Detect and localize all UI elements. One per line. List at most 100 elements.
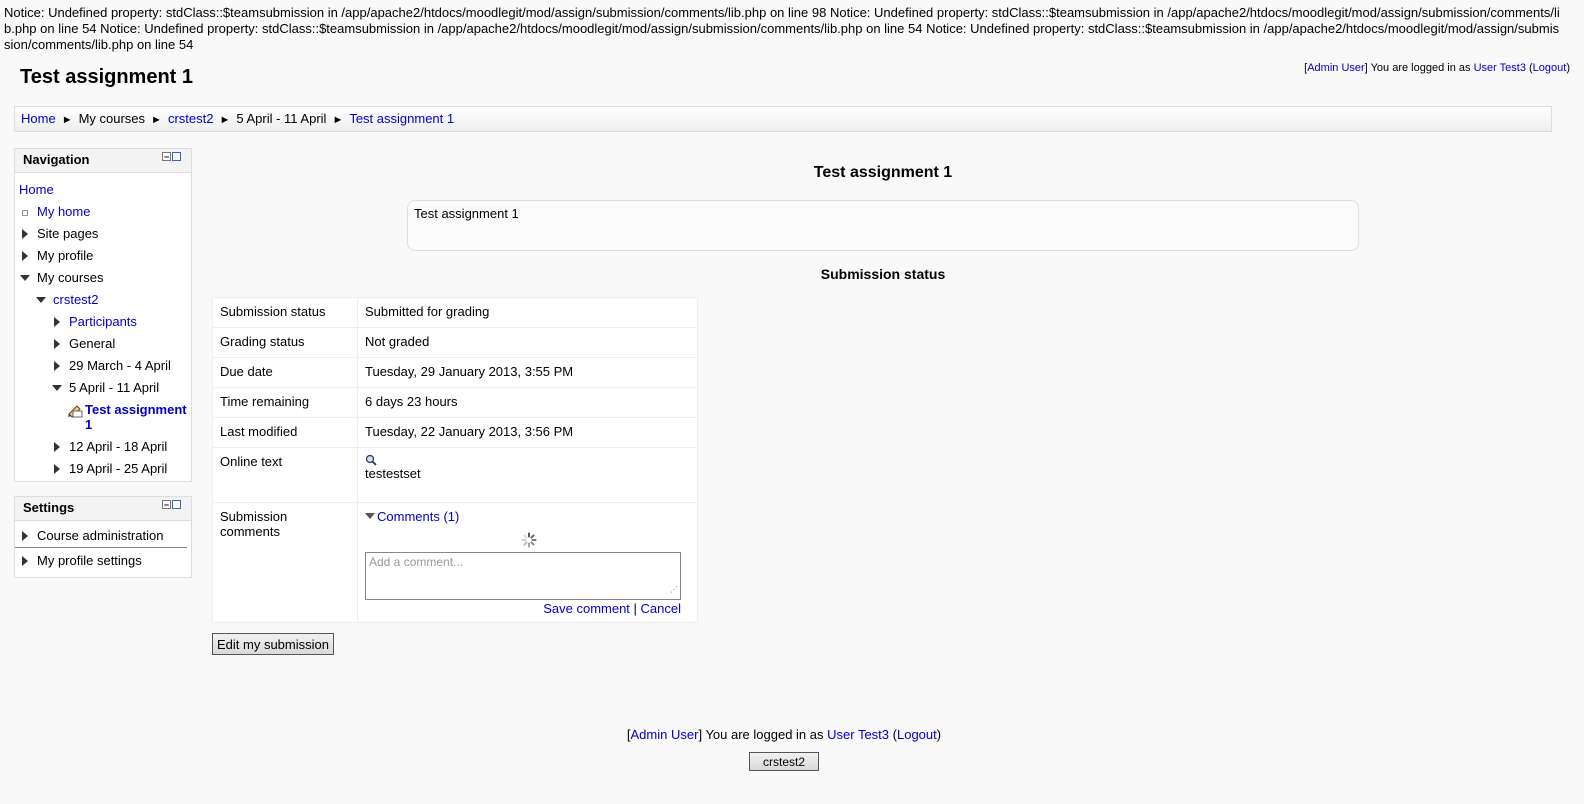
nav-item-assignment[interactable]: Test assignment 1 — [15, 399, 191, 436]
nav-my-courses-label: My courses — [37, 270, 104, 285]
expand-icon — [54, 361, 60, 371]
dock-icon[interactable] — [172, 152, 181, 161]
nav-item-week2[interactable]: 5 April - 11 April — [15, 377, 191, 399]
settings-item-profile[interactable]: My profile settings — [15, 550, 191, 572]
comments-arrow-icon — [365, 513, 375, 519]
nav-item-home[interactable]: Home — [15, 179, 191, 201]
collapse-icon[interactable]: − — [162, 500, 171, 510]
nav-week3-label: 12 April - 18 April — [69, 439, 168, 454]
footer-logout-link[interactable]: Logout — [897, 727, 937, 742]
collapse-icon[interactable]: − — [162, 152, 171, 162]
nav-item-week4[interactable]: 19 April - 25 April — [15, 458, 191, 480]
nav-course-link[interactable]: crstest2 — [53, 289, 99, 311]
nav-my-home-link[interactable]: My home — [37, 201, 90, 223]
nav-week1-label: 29 March - 4 April — [69, 358, 171, 373]
comment-actions: Save comment | Cancel — [543, 601, 681, 616]
nav-item-my-courses[interactable]: My courses — [15, 267, 191, 289]
collapse-arrow-icon — [52, 385, 62, 391]
nav-item-my-home[interactable]: My home — [15, 201, 191, 223]
nav-assignment-link[interactable]: Test assignment 1 — [85, 399, 189, 432]
row-value-online-text: testestset — [357, 447, 698, 503]
course-home-button[interactable]: crstest2 — [749, 752, 819, 771]
expand-icon — [22, 229, 28, 239]
row-label: Submission status — [212, 297, 358, 328]
breadcrumb: Home ► My courses ► crstest2 ► 5 April - 11 Ap… — [14, 106, 1552, 132]
table-row: Submission comments Comments (1) Add a c… — [212, 502, 698, 623]
footer-admin-user-link[interactable]: Admin User — [631, 727, 699, 742]
save-comment-link[interactable]: Save comment — [543, 601, 630, 616]
nav-week2-label: 5 April - 11 April — [69, 380, 160, 395]
magnifier-icon[interactable] — [365, 454, 690, 466]
dock-icon[interactable] — [172, 500, 181, 509]
settings-block-header: Settings − — [15, 497, 191, 521]
settings-block: Settings − Course administration My prof… — [14, 496, 192, 578]
nav-site-pages-label: Site pages — [37, 226, 99, 241]
row-label: Online text — [212, 447, 358, 503]
bullet-icon — [22, 210, 28, 216]
comment-textarea[interactable]: Add a comment... ⋰ — [365, 552, 681, 600]
nav-item-participants[interactable]: Participants — [15, 311, 191, 333]
assignment-icon — [67, 402, 83, 418]
expand-icon — [54, 464, 60, 474]
row-value: Tuesday, 22 January 2013, 3:56 PM — [357, 417, 698, 448]
php-notice: Notice: Undefined property: stdClass::$t… — [4, 5, 1560, 52]
comment-placeholder: Add a comment... — [369, 555, 464, 569]
online-text-value: testestset — [365, 466, 421, 481]
row-value: Not graded — [357, 327, 698, 358]
row-label: Time remaining — [212, 387, 358, 418]
breadcrumb-separator-icon: ► — [151, 114, 162, 126]
breadcrumb-separator-icon: ► — [61, 114, 73, 126]
breadcrumb-separator-icon: ► — [219, 114, 231, 126]
collapse-arrow-icon — [36, 297, 46, 303]
submission-status-heading: Submission status — [820, 266, 946, 282]
breadcrumb-assignment[interactable]: Test assignment 1 — [349, 111, 454, 126]
nav-general-label: General — [69, 336, 116, 351]
nav-week4-label: 19 April - 25 April — [69, 461, 168, 476]
nav-item-course[interactable]: crstest2 — [15, 289, 191, 311]
nav-item-week3[interactable]: 12 April - 18 April — [15, 436, 191, 458]
breadcrumb-my-courses: My courses — [78, 111, 146, 126]
breadcrumb-separator-icon: ► — [332, 114, 344, 126]
nav-home-link[interactable]: Home — [19, 179, 54, 201]
assignment-intro: Test assignment 1 — [407, 200, 1359, 251]
footer-user-link[interactable]: User Test3 — [827, 727, 889, 742]
admin-user-link[interactable]: Admin User — [1307, 62, 1364, 74]
expand-icon — [22, 556, 28, 566]
logout-link[interactable]: Logout — [1533, 62, 1567, 74]
row-label: Submission comments — [212, 502, 358, 623]
breadcrumb-home[interactable]: Home — [21, 111, 56, 126]
table-row: Grading status Not graded — [212, 327, 698, 358]
nav-item-week1[interactable]: 29 March - 4 April — [15, 355, 191, 377]
login-info-top: [Admin User] You are logged in as User T… — [1304, 62, 1570, 74]
expand-icon — [22, 531, 28, 541]
user-link[interactable]: User Test3 — [1474, 62, 1526, 74]
row-value: Submitted for grading — [357, 297, 698, 328]
settings-item-course-admin[interactable]: Course administration — [15, 525, 187, 548]
row-value: 6 days 23 hours — [357, 387, 698, 418]
row-label: Due date — [212, 357, 358, 388]
edit-submission-button[interactable]: Edit my submission — [212, 633, 334, 655]
row-label: Last modified — [212, 417, 358, 448]
nav-item-general[interactable]: General — [15, 333, 191, 355]
expand-icon — [22, 251, 28, 261]
cancel-comment-link[interactable]: Cancel — [641, 601, 681, 616]
resize-handle-icon[interactable]: ⋰ — [670, 582, 678, 597]
comments-link[interactable]: Comments (1) — [377, 509, 459, 524]
nav-item-my-profile[interactable]: My profile — [15, 245, 191, 267]
navigation-block-header: Navigation − — [15, 149, 191, 173]
nav-item-site-pages[interactable]: Site pages — [15, 223, 191, 245]
footer-logged-in-text: You are logged in as — [705, 727, 824, 742]
navigation-block-title: Navigation — [23, 152, 90, 167]
settings-profile-label: My profile settings — [37, 553, 142, 568]
page-title: Test assignment 1 — [20, 66, 194, 88]
comments-toggle[interactable]: Comments (1) — [365, 509, 690, 524]
table-row: Due date Tuesday, 29 January 2013, 3:55 … — [212, 357, 698, 388]
settings-block-title: Settings — [23, 500, 75, 515]
logged-in-text: You are logged in as — [1370, 62, 1471, 74]
row-label: Grading status — [212, 327, 358, 358]
settings-course-admin-label: Course administration — [37, 528, 164, 543]
nav-participants-link[interactable]: Participants — [69, 311, 137, 333]
nav-my-profile-label: My profile — [37, 248, 94, 263]
breadcrumb-course[interactable]: crstest2 — [168, 111, 214, 126]
assignment-title: Test assignment 1 — [813, 164, 953, 181]
